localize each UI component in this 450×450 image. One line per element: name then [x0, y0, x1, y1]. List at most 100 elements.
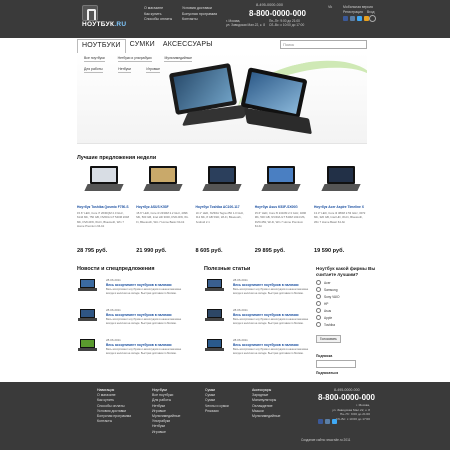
- logo[interactable]: НОУТБУК.RU: [82, 5, 130, 31]
- news-date: 28.06.2011: [106, 278, 121, 282]
- radio-icon[interactable]: [316, 322, 321, 327]
- tab-accessories[interactable]: АКСЕССУАРЫ: [159, 39, 217, 52]
- poll-option-label: Samsung: [324, 287, 338, 292]
- article-text: Весь ассортимент ноутбуков и аксессуаров…: [233, 348, 309, 355]
- footer-link[interactable]: Рюкзаки: [205, 409, 229, 414]
- product-description: 13.3" LED, Core i3 380M 2.53 GHz, 3072 M…: [314, 211, 366, 224]
- register-link[interactable]: Регистрация: [343, 10, 363, 15]
- articles-title: Полезные статьи: [204, 266, 251, 272]
- footer-link[interactable]: Контакты: [97, 419, 131, 424]
- subnav-link[interactable]: Нетбуки и ультрабуки: [117, 56, 152, 62]
- poll-option[interactable]: Asus: [316, 308, 376, 313]
- footer-bags-col: Сумки Сумки Сумки Чехлы и сумки Рюкзаки: [205, 388, 229, 414]
- radio-icon[interactable]: [316, 287, 321, 292]
- subscribe-email-input[interactable]: [316, 360, 356, 368]
- subnav-link[interactable]: Нетбуки: [118, 67, 131, 73]
- search-input[interactable]: Поиск: [280, 40, 367, 49]
- header-nav-link[interactable]: Контакты: [182, 17, 217, 23]
- product-image[interactable]: [143, 166, 183, 196]
- news-item: 28.06.2011 Весь ассортимент ноутбуков в …: [77, 278, 187, 308]
- subcategory-nav: Все ноутбуки Нетбуки и ультрабуки Мульти…: [84, 56, 192, 78]
- product-card[interactable]: Ноутбук Toshiba Qosmio F750-S 15.6" LED,…: [77, 166, 130, 254]
- radio-icon[interactable]: [316, 308, 321, 313]
- product-card[interactable]: Ноутбук Asus K53F-SX00G 15.6" LED, Core …: [255, 166, 308, 254]
- vk-icon[interactable]: [350, 16, 355, 21]
- product-card[interactable]: Ноутбук Toshiba AC100-117 10.1" LED, NVI…: [196, 166, 249, 254]
- footer-phone-small: 8-495-0000-000: [334, 388, 360, 392]
- twitter-icon[interactable]: [357, 16, 362, 21]
- header-nav-link[interactable]: Условия доставки: [182, 6, 217, 12]
- poll-option-label: Acer: [324, 280, 331, 285]
- address-line: ул. Заводская Мал.22, к. 8: [226, 23, 265, 28]
- radio-icon[interactable]: [316, 315, 321, 320]
- footer-link[interactable]: Манипуляторы: [252, 398, 280, 403]
- product-image[interactable]: [202, 166, 242, 196]
- news-link[interactable]: Весь ассортимент ноутбуков в наличии: [106, 343, 172, 347]
- poll-option[interactable]: Sony VAIO: [316, 294, 376, 299]
- subscribe-button[interactable]: Подписаться: [316, 371, 376, 375]
- footer-nav-col: Навигация О магазине Как купить Способы …: [97, 388, 131, 424]
- article-date: 28.06.2011: [233, 308, 248, 312]
- logo-icon: [82, 5, 98, 21]
- tab-bags[interactable]: СУМКИ: [126, 39, 159, 52]
- product-image[interactable]: [320, 166, 361, 196]
- news-link[interactable]: Весь ассортимент ноутбуков в наличии: [106, 313, 172, 317]
- footer-link[interactable]: Игровые: [152, 430, 180, 435]
- vote-button[interactable]: Голосовать: [316, 335, 341, 343]
- facebook-icon[interactable]: [318, 419, 323, 424]
- product-image[interactable]: [261, 166, 301, 196]
- news-date: 28.06.2011: [106, 308, 121, 312]
- product-name[interactable]: Ноутбук Asus K53F-SX00G: [255, 205, 308, 209]
- poll-option[interactable]: Samsung: [316, 287, 376, 292]
- news-date: 28.06.2011: [106, 338, 121, 342]
- poll-option-label: Toshiba: [324, 322, 335, 327]
- footer-link[interactable]: Мультимедийные: [252, 414, 280, 419]
- news-thumbnail[interactable]: [77, 309, 98, 323]
- article-link[interactable]: Весь ассортимент ноутбуков в наличии: [233, 283, 299, 287]
- facebook-icon[interactable]: [343, 16, 348, 21]
- search-icon[interactable]: [369, 15, 376, 22]
- poll-option-label: HP: [324, 301, 329, 306]
- vk-icon[interactable]: [325, 419, 330, 424]
- footer-notebooks-col: Ноутбуки Все ноутбуки Для работы Нетбуки…: [152, 388, 180, 435]
- subnav-link[interactable]: Мультимедийные: [164, 56, 192, 62]
- subnav-link[interactable]: Игровые: [146, 67, 160, 73]
- article-text: Весь ассортимент ноутбуков и аксессуаров…: [233, 318, 309, 325]
- poll-option[interactable]: HP: [316, 301, 376, 306]
- poll-option[interactable]: Apple: [316, 315, 376, 320]
- product-name[interactable]: Ноутбук Acer Aspire Timeline X: [314, 205, 367, 209]
- radio-icon[interactable]: [316, 280, 321, 285]
- article-thumbnail[interactable]: [204, 339, 225, 353]
- poll-option[interactable]: Acer: [316, 280, 376, 285]
- product-price: 8 605 руб.: [195, 248, 223, 254]
- product-name[interactable]: Ноутбук ASUS K53F: [136, 205, 189, 209]
- news-link[interactable]: Весь ассортимент ноутбуков в наличии: [106, 283, 172, 287]
- article-link[interactable]: Весь ассортимент ноутбуков в наличии: [233, 343, 299, 347]
- article-thumbnail[interactable]: [204, 279, 225, 293]
- news-item: 28.06.2011 Весь ассортимент ноутбуков в …: [77, 338, 187, 368]
- news-thumbnail[interactable]: [77, 339, 98, 353]
- product-card[interactable]: Ноутбук Acer Aspire Timeline X 13.3" LED…: [314, 166, 367, 254]
- radio-icon[interactable]: [316, 294, 321, 299]
- product-screen: [91, 168, 116, 182]
- product-image[interactable]: [83, 166, 124, 196]
- article-thumbnail[interactable]: [204, 309, 225, 323]
- poll-option[interactable]: Toshiba: [316, 322, 376, 327]
- header-nav-link[interactable]: Способы оплаты: [144, 17, 172, 23]
- product-name[interactable]: Ноутбук Toshiba AC100-117: [196, 205, 249, 209]
- footer-phone-big: 8-800-0000-000: [318, 393, 375, 402]
- news-thumbnail[interactable]: [77, 279, 98, 293]
- news-list: 28.06.2011 Весь ассортимент ноутбуков в …: [77, 278, 187, 368]
- article-link[interactable]: Весь ассортимент ноутбуков в наличии: [233, 313, 299, 317]
- tab-notebooks[interactable]: НОУТБУКИ: [77, 39, 126, 53]
- vk-link[interactable]: Vk: [328, 5, 332, 9]
- product-list: Ноутбук Toshiba Qosmio F750-S 15.6" LED,…: [77, 166, 367, 254]
- header-links: Мобильная версия Регистрация Вход: [343, 5, 375, 15]
- news-screen: [81, 280, 94, 287]
- product-card[interactable]: Ноутбук ASUS K53F 15.6" LED, Core i3 233…: [136, 166, 189, 254]
- subnav-link[interactable]: Для работы: [84, 67, 103, 73]
- radio-icon[interactable]: [316, 301, 321, 306]
- subnav-link[interactable]: Все ноутбуки: [84, 56, 105, 62]
- twitter-icon[interactable]: [332, 419, 337, 424]
- product-name[interactable]: Ноутбук Toshiba Qosmio F750-S: [77, 205, 130, 209]
